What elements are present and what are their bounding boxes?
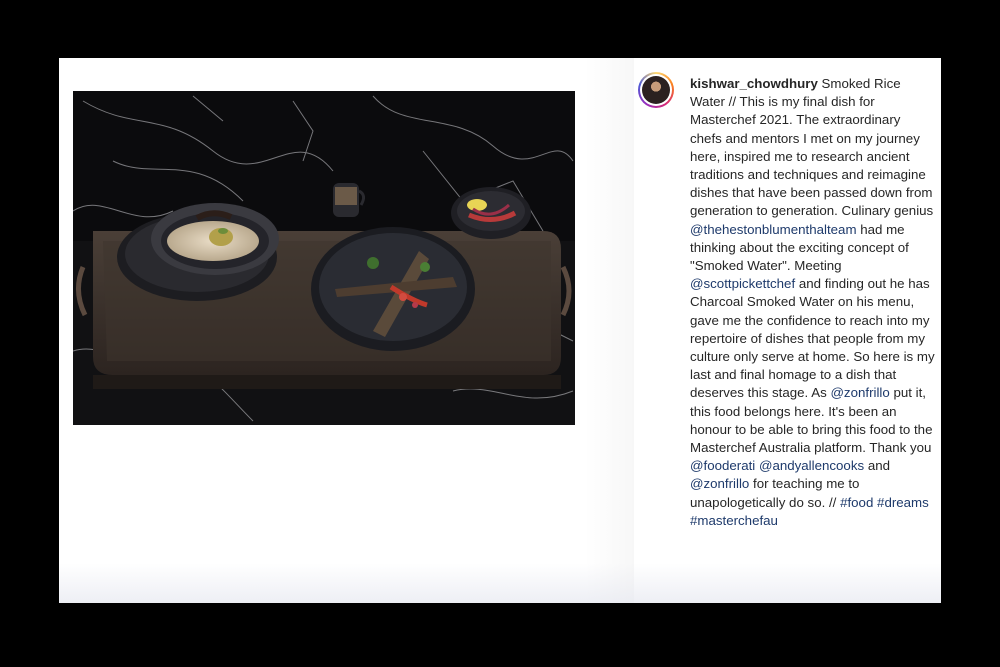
profile-avatar[interactable] bbox=[638, 72, 674, 108]
background-ghost-taskbar bbox=[59, 563, 941, 603]
post-caption: kishwar_chowdhury Smoked Rice Water // T… bbox=[690, 75, 935, 530]
avatar-image bbox=[642, 76, 670, 104]
hashtag-link[interactable]: #food bbox=[840, 495, 873, 510]
post-photo[interactable] bbox=[73, 91, 575, 425]
mention-link[interactable]: @thehestonblumenthalteam bbox=[690, 222, 857, 237]
caption-text: Smoked Rice Water // This is my final di… bbox=[690, 76, 935, 528]
post-card: kishwar_chowdhury Smoked Rice Water // T… bbox=[59, 58, 941, 603]
mention-link[interactable]: @fooderati bbox=[690, 458, 755, 473]
mention-link[interactable]: @zonfrillo bbox=[830, 385, 889, 400]
caption-segment: and finding out he has Charcoal Smoked W… bbox=[690, 276, 935, 401]
username-link[interactable]: kishwar_chowdhury bbox=[690, 76, 818, 91]
caption-segment: Smoked Rice Water // This is my final di… bbox=[690, 76, 934, 219]
avatar-ring bbox=[640, 74, 672, 106]
food-photo-image bbox=[73, 91, 575, 425]
hashtag-link[interactable]: #dreams bbox=[877, 495, 929, 510]
hashtag-link[interactable]: #masterchefau bbox=[690, 513, 778, 528]
mention-link[interactable]: @zonfrillo bbox=[690, 476, 749, 491]
mention-link[interactable]: @andyallencooks bbox=[759, 458, 864, 473]
caption-segment: and bbox=[864, 458, 891, 474]
background-ghost-column bbox=[584, 58, 634, 603]
mention-link[interactable]: @scottpickettchef bbox=[690, 276, 795, 291]
